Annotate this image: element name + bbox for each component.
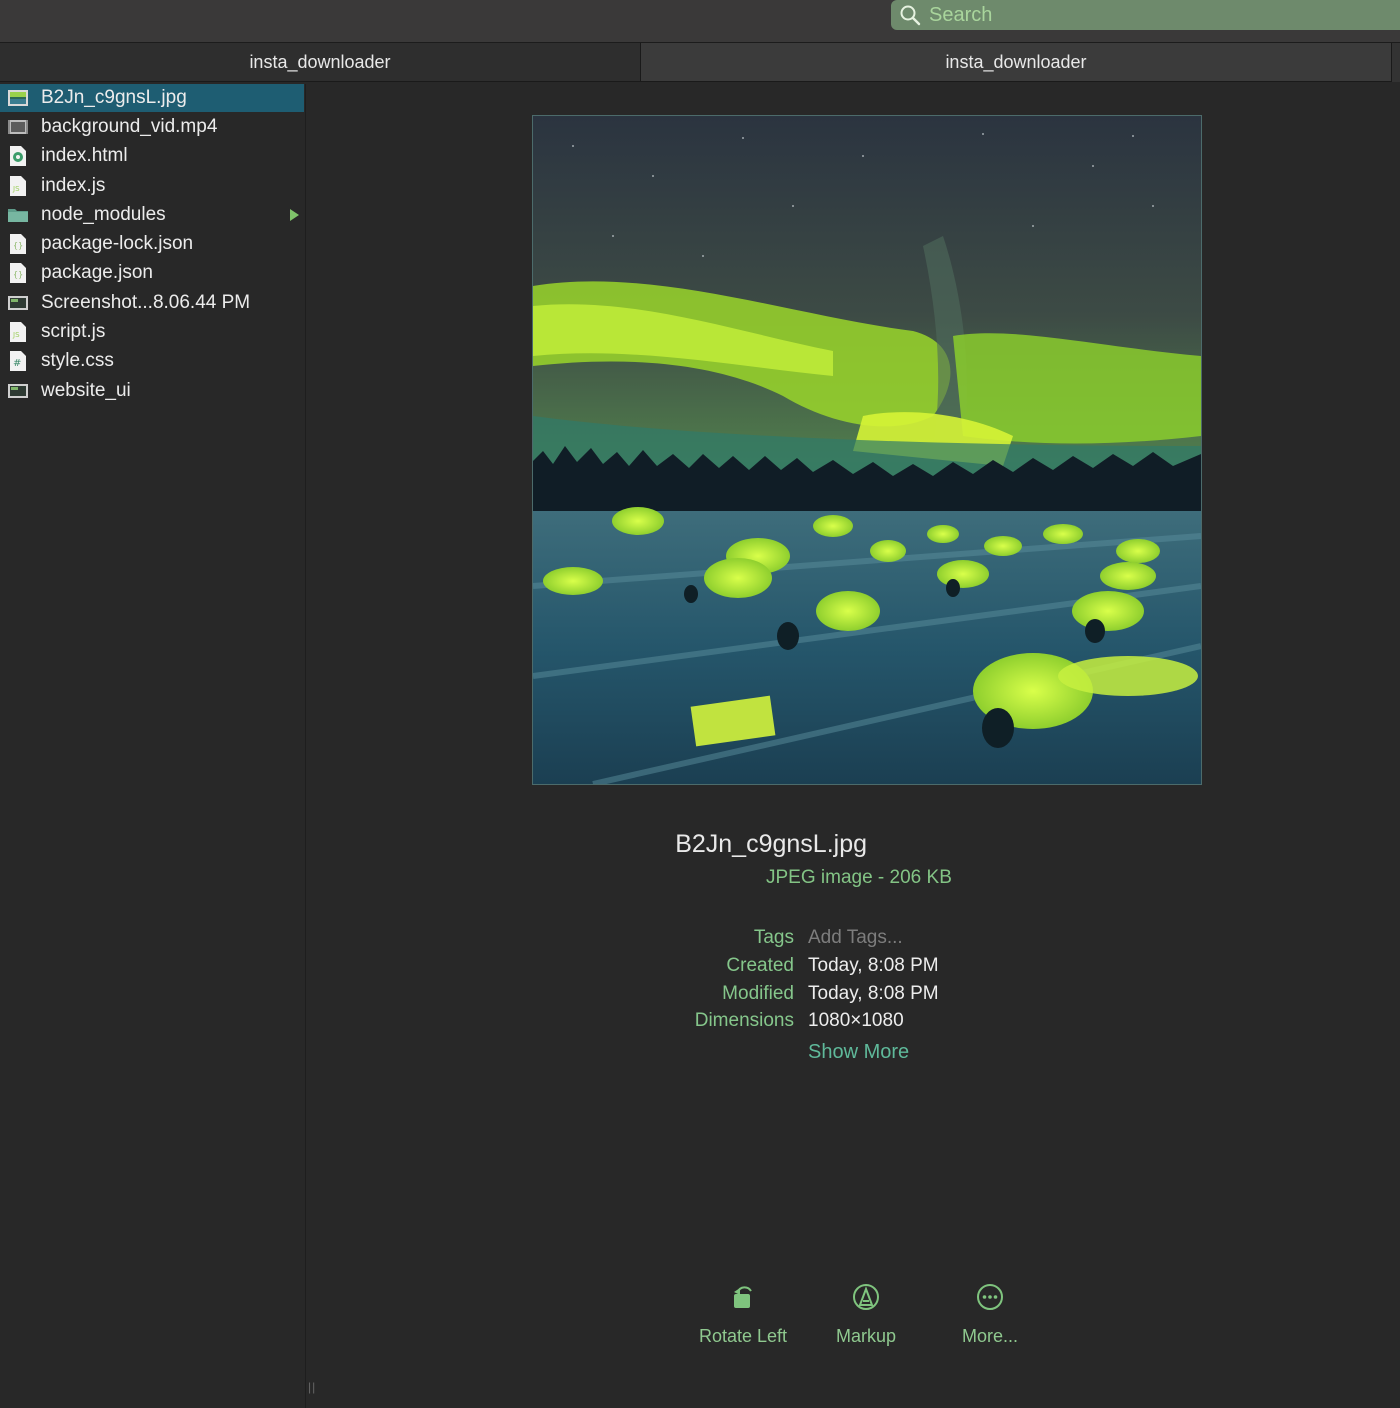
file-item-script-js[interactable]: JS script.js <box>0 318 304 346</box>
aurora-igloo-photo <box>533 116 1201 784</box>
svg-text:JS: JS <box>12 185 20 193</box>
file-name: script.js <box>41 321 106 342</box>
file-item-background-vid[interactable]: background_vid.mp4 <box>0 113 304 141</box>
file-item-package-json[interactable]: {} package.json <box>0 259 304 287</box>
ellipsis-icon <box>977 1284 1003 1310</box>
column-header-bar: insta_downloader insta_downloader <box>0 43 1400 83</box>
show-more-link[interactable]: Show More <box>808 1041 909 1064</box>
file-item-b2jn-jpg[interactable]: B2Jn_c9gnsL.jpg <box>0 84 304 112</box>
meta-row-created: Created Today, 8:08 PM <box>0 955 1400 981</box>
file-name: index.js <box>41 175 106 196</box>
file-item-index-html[interactable]: index.html <box>0 142 304 170</box>
folder-icon <box>8 209 28 222</box>
add-tags-field[interactable]: Add Tags... <box>808 927 903 949</box>
svg-text:{}: {} <box>13 241 23 250</box>
file-item-website-ui[interactable]: website_ui <box>0 377 304 405</box>
dimensions-label: Dimensions <box>694 1010 794 1031</box>
meta-row-modified: Modified Today, 8:08 PM <box>0 983 1400 1009</box>
meta-row-dimensions: Dimensions 1080×1080 <box>0 1010 1400 1036</box>
column-header-edge <box>1391 43 1400 82</box>
more-button[interactable]: More... <box>930 1282 1050 1347</box>
file-name: background_vid.mp4 <box>41 116 218 137</box>
modified-value: Today, 8:08 PM <box>808 983 939 1004</box>
file-item-screenshot[interactable]: Screenshot...8.06.44 PM <box>0 289 304 317</box>
disclosure-arrow-icon[interactable] <box>290 209 299 221</box>
column-resize-handle[interactable]: || <box>308 1380 320 1400</box>
column-header-right[interactable]: insta_downloader <box>641 43 1391 82</box>
file-list: B2Jn_c9gnsL.jpg background_vid.mp4 index… <box>0 84 305 1408</box>
search-field[interactable] <box>891 0 1400 30</box>
rotate-left-label: Rotate Left <box>698 1326 788 1346</box>
image-file-icon <box>8 384 28 398</box>
search-input[interactable] <box>929 3 1329 27</box>
created-value: Today, 8:08 PM <box>808 955 939 976</box>
preview-filename-row: B2Jn_c9gnsL.jpg <box>0 830 1400 859</box>
preview-image[interactable] <box>532 115 1202 785</box>
json-file-icon: {} <box>10 263 26 283</box>
modified-label: Modified <box>722 983 794 1004</box>
column-header-left[interactable]: insta_downloader <box>0 43 641 82</box>
markup-icon <box>853 1284 879 1310</box>
markup-label: Markup <box>835 1326 897 1346</box>
file-name: style.css <box>41 350 114 371</box>
file-name: Screenshot...8.06.44 PM <box>41 292 251 313</box>
file-item-node-modules[interactable]: node_modules <box>0 201 304 229</box>
image-file-icon <box>8 90 28 106</box>
file-name: package-lock.json <box>41 233 194 254</box>
preview-filename: B2Jn_c9gnsL.jpg <box>675 830 867 858</box>
file-item-style-css[interactable]: # style.css <box>0 347 304 375</box>
image-file-icon <box>8 296 28 310</box>
file-name: website_ui <box>41 380 131 401</box>
created-label: Created <box>726 955 794 976</box>
file-name: node_modules <box>41 204 166 225</box>
preview-kind-size: JPEG image - 206 KB <box>766 867 952 888</box>
more-label: More... <box>961 1326 1018 1346</box>
toolbar <box>0 0 1400 43</box>
svg-text:{}: {} <box>13 270 23 279</box>
file-item-index-js[interactable]: JS index.js <box>0 172 304 200</box>
rotate-left-icon <box>734 1286 752 1308</box>
svg-text:#: # <box>13 358 21 369</box>
file-name: package.json <box>41 262 153 283</box>
file-item-package-lock[interactable]: {} package-lock.json <box>0 230 304 258</box>
json-file-icon: {} <box>10 234 26 254</box>
css-file-icon: # <box>10 351 26 371</box>
meta-row-tags: Tags Add Tags... <box>0 927 1400 953</box>
js-file-icon: JS <box>10 176 26 196</box>
svg-text:JS: JS <box>12 331 20 339</box>
html-file-icon <box>10 146 26 166</box>
file-name: index.html <box>41 145 128 166</box>
markup-button[interactable]: Markup <box>806 1282 926 1347</box>
dimensions-value: 1080×1080 <box>808 1010 904 1031</box>
search-icon <box>900 5 921 26</box>
column-divider[interactable] <box>305 84 306 1408</box>
video-file-icon <box>8 120 28 134</box>
file-name: B2Jn_c9gnsL.jpg <box>41 87 187 108</box>
tags-label: Tags <box>753 927 794 948</box>
js-file-icon: JS <box>10 322 26 342</box>
rotate-left-button[interactable]: Rotate Left <box>683 1282 803 1347</box>
